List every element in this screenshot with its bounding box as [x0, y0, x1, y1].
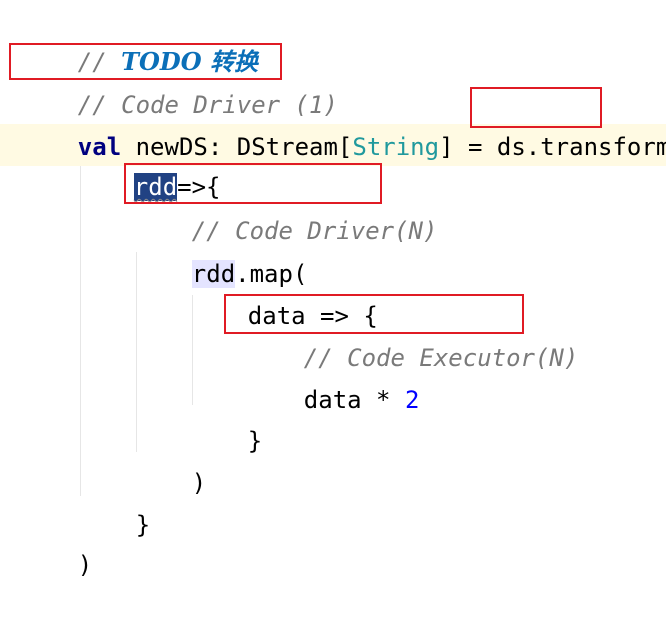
code-line-close-brace-inner[interactable]: }: [190, 381, 262, 455]
code-line-data-times-two[interactable]: data * 2: [246, 340, 420, 414]
code-line-close-paren-map[interactable]: ): [134, 423, 206, 497]
type-dstream: DStream: [236, 133, 338, 161]
highlight-box-executor-n: [224, 294, 524, 334]
operator-times: *: [361, 386, 405, 414]
code-line-rdd-lambda[interactable]: rdd=>{: [76, 127, 221, 201]
bracket-close-equals: ] =: [439, 133, 497, 161]
close-brace-outer: }: [135, 511, 151, 539]
code-line-rdd-map[interactable]: rdd.map(: [134, 214, 307, 288]
number-two: 2: [404, 386, 420, 414]
code-line-close-paren-transform[interactable]: ): [20, 505, 92, 579]
code-line-close-brace-outer[interactable]: }: [78, 465, 150, 539]
highlight-box-driver-1: [9, 43, 282, 80]
close-brace-inner: }: [247, 427, 263, 455]
highlight-box-driver-n: [124, 163, 382, 204]
type-string: String: [352, 133, 440, 161]
close-paren-map: ): [191, 469, 207, 497]
ident-ds: ds.: [496, 133, 541, 161]
code-editor[interactable]: // TODO 转换 // Code Driver (1) val newDS:…: [0, 0, 666, 579]
code-line-todo[interactable]: // TODO 转换: [20, 2, 258, 76]
code-line-data-lambda[interactable]: data => {: [190, 256, 378, 330]
method-transform: transform: [540, 133, 666, 161]
bracket-open: [: [337, 133, 353, 161]
close-paren-transform: ): [77, 551, 93, 579]
ident-data: data: [303, 386, 362, 414]
highlight-box-transform: [470, 87, 602, 128]
